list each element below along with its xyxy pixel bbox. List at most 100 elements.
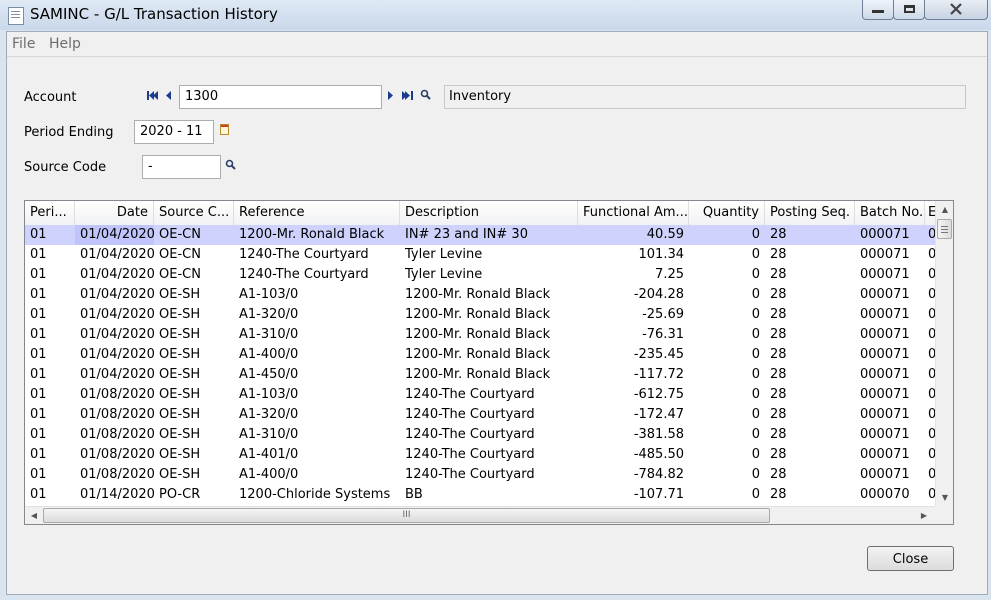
cell-date: 01/04/2020 [80, 327, 154, 342]
table-row[interactable]: 01 01/04/2020 OE-CN 1240-The Courtyard Tyler… [25, 265, 936, 285]
cell-date: 01/04/2020 [75, 225, 154, 245]
table-row[interactable]: 01 01/08/2020 OE-SH A1-400/0 1240-The Courty… [25, 465, 936, 485]
column-header-batch-no[interactable]: Batch No. [855, 201, 925, 225]
table-row[interactable]: 01 01/08/2020 OE-SH A1-401/0 1240-The Courty… [25, 445, 936, 465]
cell-functional-amount: -612.75 [633, 387, 684, 402]
table-row[interactable]: 01 01/08/2020 OE-SH A1-310/0 1240-The Courty… [25, 425, 936, 445]
table-row[interactable]: 01 01/08/2020 OE-SH A1-320/0 1240-The Courty… [25, 405, 936, 425]
table-row[interactable]: 01 01/14/2020 PO-CR 1200-Chloride Systems BB… [25, 485, 936, 505]
source-code-search-icon[interactable] [225, 159, 236, 170]
cell-source-code: OE-SH [159, 467, 201, 482]
horizontal-scroll-thumb[interactable]: III [43, 508, 770, 523]
cell-batch-no: 000071 [860, 227, 910, 242]
cell-reference: 1240-The Courtyard [239, 267, 369, 282]
next-record-icon[interactable] [387, 90, 394, 101]
cell-date: 01/04/2020 [80, 367, 154, 382]
horizontal-scrollbar[interactable]: ◀ III ▶ [25, 506, 935, 524]
cell-description: 1240-The Courtyard [405, 447, 535, 462]
scroll-up-icon[interactable]: ▲ [936, 201, 953, 218]
cell-period: 01 [30, 307, 47, 322]
cell-quantity: 0 [751, 287, 760, 302]
cell-date: 01/04/2020 [80, 347, 154, 362]
cell-batch-no: 000071 [860, 427, 910, 442]
cell-reference: A1-310/0 [239, 327, 299, 342]
cell-period: 01 [30, 287, 47, 302]
cell-reference: 1200-Mr. Ronald Black [239, 227, 385, 242]
cell-quantity: 0 [751, 467, 760, 482]
cell-description: Tyler Levine [405, 267, 483, 282]
scroll-left-icon[interactable]: ◀ [25, 507, 43, 524]
source-code-input[interactable]: - [142, 155, 221, 179]
table-row[interactable]: 01 01/04/2020 OE-CN 1200-Mr. Ronald Black IN… [25, 225, 936, 245]
column-header-source-code[interactable]: Source C... [154, 201, 234, 225]
table-row[interactable]: 01 01/04/2020 OE-SH A1-320/0 1200-Mr. Ronald… [25, 305, 936, 325]
table-row[interactable]: 01 01/04/2020 OE-CN 1240-The Courtyard Tyler… [25, 245, 936, 265]
cell-reference: A1-320/0 [239, 307, 299, 322]
cell-source-code: OE-SH [159, 447, 201, 462]
scroll-right-icon[interactable]: ▶ [915, 507, 933, 524]
cell-posting-seq: 28 [770, 227, 787, 242]
account-search-icon[interactable] [420, 89, 431, 100]
cell-functional-amount: -76.31 [642, 327, 684, 342]
cell-quantity: 0 [751, 267, 760, 282]
cell-date: 01/08/2020 [80, 427, 154, 442]
cell-batch-no: 000071 [860, 267, 910, 282]
column-header-description[interactable]: Description [400, 201, 578, 225]
grid-header: Peri... Date Source C... Reference Descr… [25, 201, 937, 226]
table-row[interactable]: 01 01/04/2020 OE-SH A1-450/0 1200-Mr. Ronald… [25, 365, 936, 385]
cell-posting-seq: 28 [770, 327, 787, 342]
cell-quantity: 0 [751, 307, 760, 322]
cell-period: 01 [30, 247, 47, 262]
cell-reference: A1-400/0 [239, 347, 299, 362]
column-header-date[interactable]: Date [75, 201, 154, 225]
cell-description: 1240-The Courtyard [405, 407, 535, 422]
vertical-scroll-thumb[interactable] [937, 219, 952, 239]
column-header-posting-seq[interactable]: Posting Seq. [765, 201, 855, 225]
menu-file[interactable]: File [12, 36, 35, 52]
cell-posting-seq: 28 [770, 447, 787, 462]
cell-description: 1240-The Courtyard [405, 427, 535, 442]
transaction-grid[interactable]: Peri... Date Source C... Reference Descr… [24, 200, 954, 525]
column-header-reference[interactable]: Reference [234, 201, 400, 225]
account-input[interactable]: 1300 [179, 85, 382, 109]
close-window-button[interactable] [924, 0, 988, 20]
cell-functional-amount: -204.28 [633, 287, 684, 302]
cell-source-code: PO-CR [159, 487, 201, 502]
cell-functional-amount: -235.45 [633, 347, 684, 362]
menu-help[interactable]: Help [49, 36, 81, 52]
close-button[interactable]: Close [867, 546, 954, 571]
cell-quantity: 0 [751, 427, 760, 442]
source-code-label: Source Code [24, 160, 107, 175]
cell-posting-seq: 28 [770, 487, 787, 502]
maximize-button[interactable] [893, 0, 925, 20]
cell-batch-no: 000071 [860, 307, 910, 322]
first-record-icon[interactable] [147, 90, 159, 101]
cell-source-code: OE-SH [159, 327, 201, 342]
table-row[interactable]: 01 01/04/2020 OE-SH A1-400/0 1200-Mr. Ronald… [25, 345, 936, 365]
period-ending-input[interactable]: 2020 - 11 [134, 120, 214, 144]
column-header-period[interactable]: Peri... [25, 201, 75, 225]
scroll-down-icon[interactable]: ▼ [936, 489, 953, 506]
cell-source-code: OE-SH [159, 427, 201, 442]
cell-functional-amount: -107.71 [633, 487, 684, 502]
cell-period: 01 [30, 447, 47, 462]
column-header-functional-amount[interactable]: Functional Am... [578, 201, 689, 225]
table-row[interactable]: 01 01/04/2020 OE-SH A1-310/0 1200-Mr. Ronald… [25, 325, 936, 345]
last-record-icon[interactable] [401, 90, 413, 101]
calendar-icon[interactable] [220, 124, 229, 135]
cell-period: 01 [30, 387, 47, 402]
cell-batch-no: 000071 [860, 467, 910, 482]
cell-functional-amount: -381.58 [633, 427, 684, 442]
cell-date: 01/14/2020 [80, 487, 154, 502]
column-header-quantity[interactable]: Quantity [689, 201, 765, 225]
table-row[interactable]: 01 01/04/2020 OE-SH A1-103/0 1200-Mr. Ronald… [25, 285, 936, 305]
vertical-scrollbar[interactable]: ▲ ▼ [935, 201, 953, 506]
table-row[interactable]: 01 01/08/2020 OE-SH A1-103/0 1240-The Courty… [25, 385, 936, 405]
cell-functional-amount: -117.72 [633, 367, 684, 382]
cell-batch-no: 000071 [860, 387, 910, 402]
cell-batch-no: 000071 [860, 287, 910, 302]
cell-reference: 1200-Chloride Systems [239, 487, 391, 502]
minimize-button[interactable] [862, 0, 894, 20]
previous-record-icon[interactable] [165, 90, 172, 101]
cell-period: 01 [30, 227, 47, 242]
